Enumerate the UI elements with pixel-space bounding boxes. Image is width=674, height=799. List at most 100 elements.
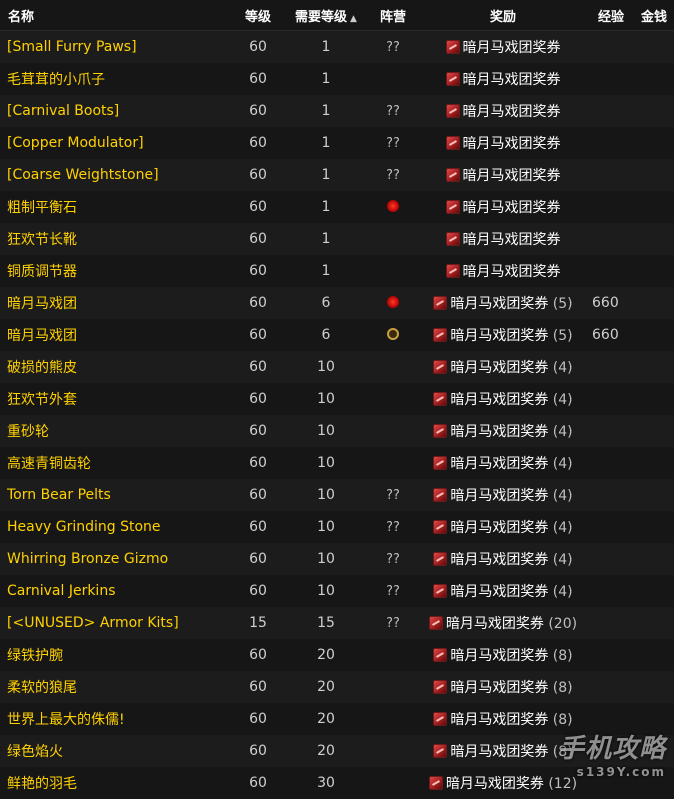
reward-item-name: 暗月马戏团奖券 [446, 776, 544, 792]
quest-faction: ?? [368, 543, 418, 575]
reward-item-name: 暗月马戏团奖券 [450, 296, 548, 312]
table-row: Torn Bear Pelts6010??暗月马戏团奖券 (4) [0, 479, 674, 511]
quest-reward[interactable]: 暗月马戏团奖券 (4) [418, 383, 588, 415]
quest-name-link[interactable]: 鲜艳的羽毛 [0, 767, 232, 799]
quest-level: 60 [232, 255, 284, 287]
darkmoon-ticket-icon [433, 360, 447, 374]
quest-level: 60 [232, 95, 284, 127]
column-header-req-level[interactable]: 需要等级▲ [284, 0, 368, 31]
quest-money [634, 223, 674, 255]
quest-faction: ?? [368, 607, 418, 639]
quest-reward[interactable]: 暗月马戏团奖券 [418, 191, 588, 223]
quest-reward[interactable]: 暗月马戏团奖券 [418, 127, 588, 159]
darkmoon-ticket-icon [429, 776, 443, 790]
quest-level: 60 [232, 351, 284, 383]
table-row: 铜质调节器601暗月马戏团奖券 [0, 255, 674, 287]
column-header-money[interactable]: 金钱 [634, 0, 674, 31]
quest-name-link[interactable]: Heavy Grinding Stone [0, 511, 232, 543]
column-header-level[interactable]: 等级 [232, 0, 284, 31]
quest-reward[interactable]: 暗月马戏团奖券 (4) [418, 351, 588, 383]
quest-name-link[interactable]: 绿铁护腕 [0, 639, 232, 671]
quest-name-link[interactable]: [<UNUSED> Armor Kits] [0, 607, 232, 639]
quest-name-link[interactable]: 世界上最大的侏儒! [0, 703, 232, 735]
table-body: [Small Furry Paws]601??暗月马戏团奖券 毛茸茸的小爪子60… [0, 31, 674, 799]
quest-money [634, 415, 674, 447]
quest-faction: ?? [368, 159, 418, 191]
quest-name-link[interactable]: 暗月马戏团 [0, 287, 232, 319]
reward-item-name: 暗月马戏团奖券 [450, 712, 548, 728]
darkmoon-ticket-icon [433, 584, 447, 598]
quest-reward[interactable]: 暗月马戏团奖券 [418, 31, 588, 64]
quest-name-link[interactable]: Whirring Bronze Gizmo [0, 543, 232, 575]
quest-name-link[interactable]: 破损的熊皮 [0, 351, 232, 383]
column-header-xp[interactable]: 经验 [588, 0, 634, 31]
quest-reward[interactable]: 暗月马戏团奖券 [418, 255, 588, 287]
quest-reward[interactable]: 暗月马戏团奖券 (5) [418, 319, 588, 351]
darkmoon-ticket-icon [433, 488, 447, 502]
quest-reward[interactable]: 暗月马戏团奖券 (20) [418, 607, 588, 639]
quest-name-link[interactable]: [Copper Modulator] [0, 127, 232, 159]
quest-name-link[interactable]: 粗制平衡石 [0, 191, 232, 223]
quest-name-link[interactable]: [Coarse Weightstone] [0, 159, 232, 191]
quest-name-link[interactable]: Torn Bear Pelts [0, 479, 232, 511]
quest-money [634, 351, 674, 383]
quest-level: 60 [232, 63, 284, 95]
quest-xp [588, 671, 634, 703]
horde-icon [387, 200, 399, 212]
column-header-name[interactable]: 名称 [0, 0, 232, 31]
reward-count: (4) [553, 488, 573, 504]
quest-required-level: 10 [284, 543, 368, 575]
reward-item-name: 暗月马戏团奖券 [463, 264, 561, 280]
quest-name-link[interactable]: 铜质调节器 [0, 255, 232, 287]
quest-reward[interactable]: 暗月马戏团奖券 (8) [418, 671, 588, 703]
quest-reward[interactable]: 暗月马戏团奖券 (4) [418, 543, 588, 575]
quest-reward[interactable]: 暗月马戏团奖券 (4) [418, 511, 588, 543]
quest-name-link[interactable]: 重砂轮 [0, 415, 232, 447]
quest-name-link[interactable]: [Carnival Boots] [0, 95, 232, 127]
quest-reward[interactable]: 暗月马戏团奖券 [418, 95, 588, 127]
quest-reward[interactable]: 暗月马戏团奖券 [418, 223, 588, 255]
darkmoon-ticket-icon [433, 328, 447, 342]
quest-xp [588, 511, 634, 543]
quest-name-link[interactable]: Carnival Jerkins [0, 575, 232, 607]
quest-reward[interactable]: 暗月马戏团奖券 [418, 63, 588, 95]
table-row: 破损的熊皮6010 暗月马戏团奖券 (4) [0, 351, 674, 383]
quest-reward[interactable]: 暗月马戏团奖券 (5) [418, 287, 588, 319]
quest-name-link[interactable]: 绿色焰火 [0, 735, 232, 767]
quest-reward[interactable]: 暗月马戏团奖券 [418, 159, 588, 191]
quest-name-link[interactable]: 柔软的狼尾 [0, 671, 232, 703]
reward-item-name: 暗月马戏团奖券 [463, 168, 561, 184]
quest-name-link[interactable]: 毛茸茸的小爪子 [0, 63, 232, 95]
reward-count: (8) [553, 648, 573, 664]
quest-required-level: 10 [284, 351, 368, 383]
quest-reward[interactable]: 暗月马戏团奖券 (4) [418, 415, 588, 447]
quest-reward[interactable]: 暗月马戏团奖券 (8) [418, 639, 588, 671]
quest-name-link[interactable]: [Small Furry Paws] [0, 31, 232, 64]
quest-money [634, 383, 674, 415]
quest-name-link[interactable]: 暗月马戏团 [0, 319, 232, 351]
quest-money [634, 287, 674, 319]
quest-faction [368, 63, 418, 95]
quest-name-link[interactable]: 狂欢节长靴 [0, 223, 232, 255]
reward-item-name: 暗月马戏团奖券 [450, 648, 548, 664]
quest-reward[interactable]: 暗月马戏团奖券 (4) [418, 447, 588, 479]
column-header-reward[interactable]: 奖励 [418, 0, 588, 31]
column-header-faction[interactable]: 阵营 [368, 0, 418, 31]
quest-required-level: 1 [284, 63, 368, 95]
quest-name-link[interactable]: 高速青铜齿轮 [0, 447, 232, 479]
quest-required-level: 20 [284, 703, 368, 735]
reward-count: (4) [553, 424, 573, 440]
reward-count: (20) [548, 616, 577, 632]
quest-reward[interactable]: 暗月马戏团奖券 (4) [418, 575, 588, 607]
quest-faction [368, 415, 418, 447]
quest-reward[interactable]: 暗月马戏团奖券 (4) [418, 479, 588, 511]
quest-xp [588, 159, 634, 191]
quest-name-link[interactable]: 狂欢节外套 [0, 383, 232, 415]
quest-faction: ?? [368, 127, 418, 159]
table-row: 暗月马戏团606暗月马戏团奖券 (5)660 [0, 287, 674, 319]
quest-required-level: 30 [284, 767, 368, 799]
darkmoon-ticket-icon [446, 136, 460, 150]
reward-item-name: 暗月马戏团奖券 [450, 520, 548, 536]
quest-xp [588, 415, 634, 447]
quest-faction [368, 255, 418, 287]
